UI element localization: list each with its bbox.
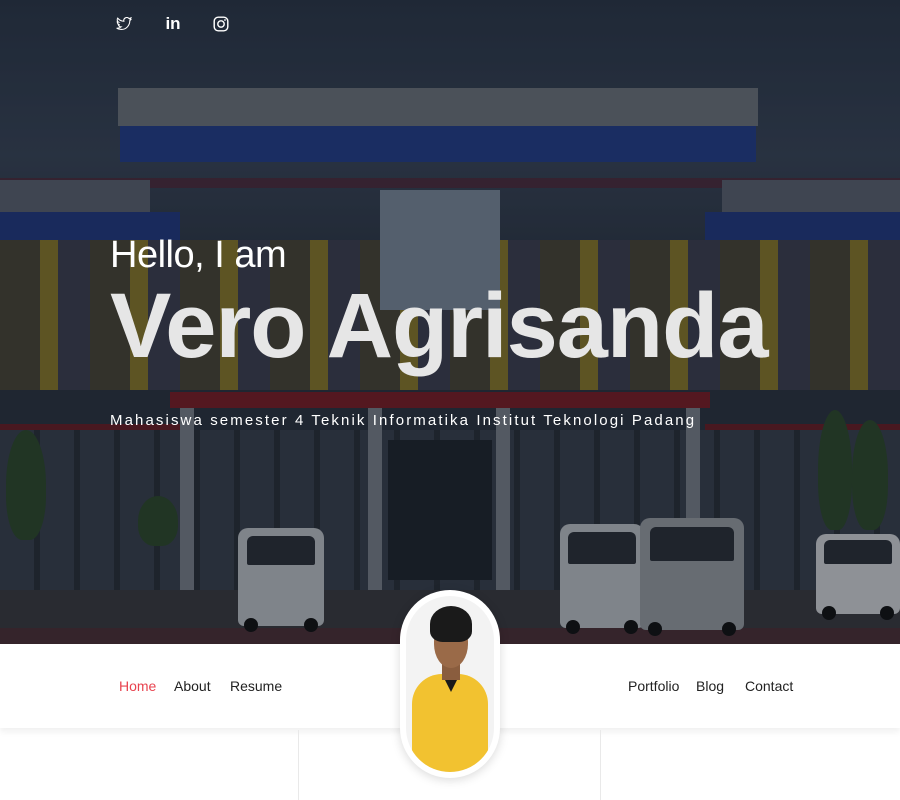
- nav-about[interactable]: About: [174, 678, 211, 694]
- linkedin-icon[interactable]: in: [162, 12, 184, 36]
- hero-name: Vero Agrisanda: [110, 275, 768, 377]
- section-divider: [600, 730, 601, 800]
- nav-contact[interactable]: Contact: [745, 678, 793, 694]
- instagram-icon[interactable]: [210, 12, 232, 36]
- hero-greeting: Hello, I am: [110, 234, 287, 276]
- profile-avatar[interactable]: [400, 590, 500, 778]
- profile-photo: [406, 596, 494, 772]
- nav-resume[interactable]: Resume: [230, 678, 282, 694]
- section-divider: [298, 730, 299, 800]
- twitter-icon[interactable]: [113, 12, 135, 36]
- nav-blog[interactable]: Blog: [696, 678, 724, 694]
- nav-portfolio[interactable]: Portfolio: [628, 678, 679, 694]
- hero-subtitle: Mahasiswa semester 4 Teknik Informatika …: [110, 412, 697, 429]
- nav-home[interactable]: Home: [119, 678, 156, 694]
